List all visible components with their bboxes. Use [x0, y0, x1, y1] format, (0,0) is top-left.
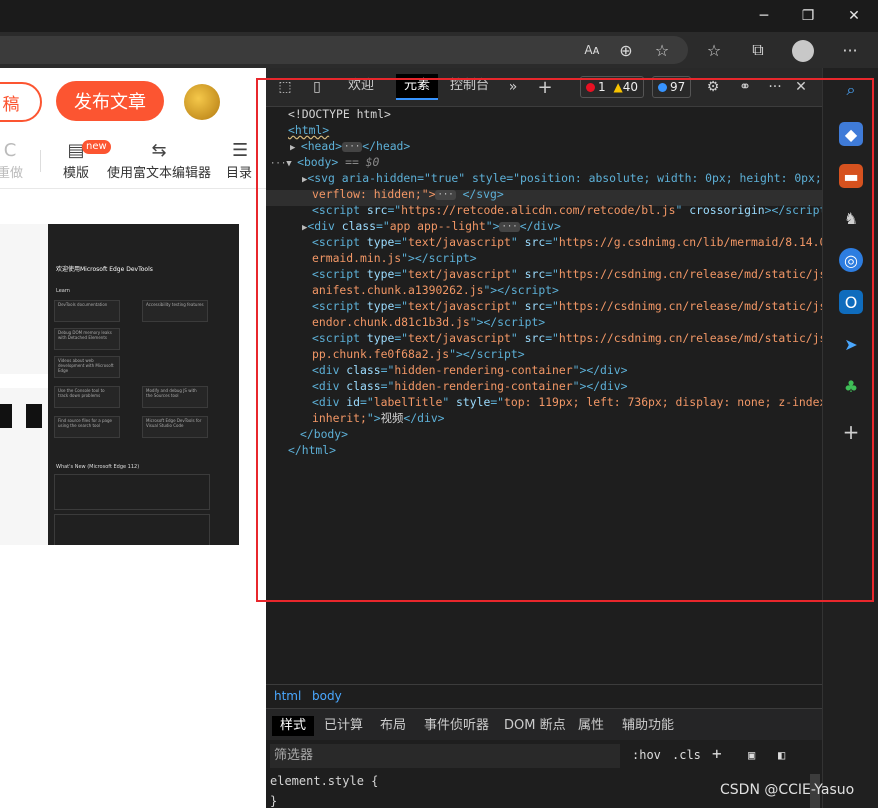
thumb-card: Use the Console tool to track down probl…	[54, 386, 120, 408]
browser-toolbar: Aᴀ ⊕ ☆ ☆ ⧉ ···	[0, 32, 878, 68]
tab-event-listeners[interactable]: 事件侦听器	[424, 716, 489, 736]
thumb-card: Find source files for a page using the s…	[54, 416, 120, 438]
thumb-card: Videos about web development with Micros…	[54, 356, 120, 378]
tab-styles[interactable]: 样式	[272, 716, 315, 736]
thumb-news-card	[54, 514, 210, 545]
thumb-news-card	[54, 474, 210, 510]
thumb-card: Debug DOM memory leaks with Detached Ele…	[54, 328, 120, 350]
tab-dom-breakpoints[interactable]: DOM 断点	[504, 716, 566, 736]
embedded-screenshot: 欢迎使用Microsoft Edge DevTools Learn DevToo…	[0, 224, 239, 545]
styles-filter-input[interactable]: 筛选器	[270, 744, 620, 768]
template-label: 模版	[62, 166, 89, 181]
hover-state-toggle[interactable]: :hov	[632, 748, 661, 762]
read-aloud-icon[interactable]: Aᴀ	[578, 36, 606, 64]
new-style-rule-icon[interactable]: +	[712, 744, 722, 763]
toolbar-divider	[40, 150, 41, 172]
thumb-card: DevTools documentation	[54, 300, 120, 322]
more-options-icon[interactable]: ···	[836, 36, 864, 64]
thumb-card: Accessibility testing features	[142, 300, 208, 322]
user-avatar[interactable]	[184, 84, 220, 120]
tab-layout[interactable]: 布局	[380, 716, 406, 736]
thumb-banner	[0, 374, 48, 388]
breadcrumb-body[interactable]: body	[312, 688, 342, 704]
window-titlebar: ─ ❐ ✕	[0, 0, 878, 32]
styles-filter-row: 筛选器 :hov .cls + ▣ ◧	[266, 740, 822, 774]
rich-text-icon: ⇆	[151, 140, 167, 161]
toc-label: 目录	[226, 166, 253, 181]
toolbar-separator	[0, 188, 266, 189]
tab-accessibility[interactable]: 辅助功能	[622, 716, 674, 736]
publish-article-button[interactable]: 发布文章	[56, 81, 164, 121]
breadcrumb: html body	[266, 684, 822, 707]
rich-text-editor-button[interactable]: ⇆ 使用富文本编辑器	[104, 140, 214, 184]
breadcrumb-html[interactable]: html	[274, 688, 301, 704]
tab-properties[interactable]: 属性	[578, 716, 604, 736]
zoom-icon[interactable]: ⊕	[612, 36, 640, 64]
thumb-chip	[0, 404, 12, 428]
thumb-whats-new: What's New (Microsoft Edge 112)	[56, 464, 140, 470]
tab-computed[interactable]: 已计算	[324, 716, 363, 736]
styles-tabbar: 样式 已计算 布局 事件侦听器 DOM 断点 属性 辅助功能	[266, 708, 822, 741]
paint-icon[interactable]: ▣	[748, 748, 755, 762]
add-favorite-icon[interactable]: ☆	[648, 36, 676, 64]
close-window-button[interactable]: ✕	[832, 0, 876, 32]
thumb-chip	[26, 404, 42, 428]
thumb-learn: Learn	[56, 288, 70, 294]
profile-avatar[interactable]	[792, 40, 814, 62]
favorites-icon[interactable]: ☆	[700, 36, 728, 64]
web-page: 稿 发布文章 C 重做 ▤ 模版 new ⇆ 使用富文本编辑器 ☰ 目录 欢迎使…	[0, 68, 266, 808]
element-style-rule[interactable]: element.style {	[270, 774, 378, 788]
redo-button[interactable]: C 重做	[0, 140, 24, 184]
thumb-card: Microsoft Edge DevTools for Visual Studi…	[142, 416, 208, 438]
element-style-close: }	[270, 794, 278, 808]
class-toggle[interactable]: .cls	[672, 748, 701, 762]
sidebar-toggle-icon[interactable]: ◧	[778, 748, 785, 762]
redo-icon: C	[3, 140, 17, 161]
thumb-card: Modify and debug JS with the Sources too…	[142, 386, 208, 408]
collections-icon[interactable]: ⧉	[744, 36, 772, 64]
watermark: CSDN @CCIE-Yasuo	[720, 782, 855, 798]
highlight-box	[256, 78, 874, 602]
redo-label: 重做	[0, 166, 23, 181]
save-draft-button[interactable]: 稿	[0, 82, 42, 122]
thumb-devtools: 欢迎使用Microsoft Edge DevTools Learn DevToo…	[48, 224, 239, 545]
thumb-title: 欢迎使用Microsoft Edge DevTools	[56, 266, 153, 273]
thumb-page-area	[0, 224, 48, 545]
minimize-button[interactable]: ─	[742, 0, 786, 32]
maximize-button[interactable]: ❐	[786, 0, 830, 32]
rich-text-label: 使用富文本编辑器	[106, 166, 211, 181]
